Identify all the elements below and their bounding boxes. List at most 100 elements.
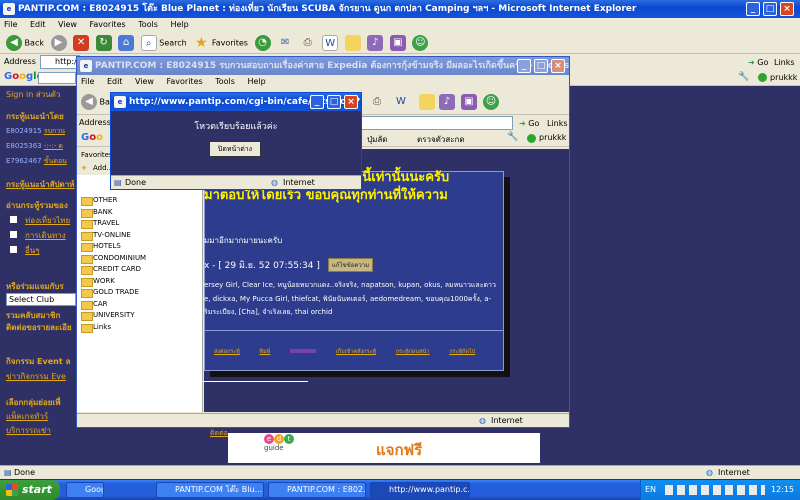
- back-button[interactable]: ◀ Back: [6, 35, 44, 51]
- mail-button[interactable]: ✉: [277, 35, 294, 51]
- fav-folder-condominium[interactable]: CONDOMINIUM: [77, 253, 202, 265]
- check-item-2[interactable]: การเดินทาง: [10, 229, 66, 242]
- check-item-1[interactable]: ท่องเที่ยวไทย: [10, 214, 70, 227]
- user-name[interactable]: prukkk: [770, 71, 797, 85]
- menu-favorites[interactable]: Favorites: [90, 20, 126, 29]
- second-window-titlebar[interactable]: e PANTIP.COM : E8024915 รบกวนสอบถามเรื่อ…: [77, 57, 569, 75]
- close-button[interactable]: ×: [551, 59, 565, 73]
- fav-folder-university[interactable]: UNIVERSITY: [77, 310, 202, 322]
- refresh-button[interactable]: ↻: [95, 35, 112, 51]
- messenger-button[interactable]: ♪: [367, 35, 384, 51]
- advert-banner[interactable]: edt guide แจกฟรี: [228, 433, 540, 463]
- previous-post-link[interactable]: กระทู้ก่อนหน้า: [396, 349, 430, 355]
- checkbox[interactable]: [10, 231, 17, 238]
- recommend-item-1[interactable]: E8024915 รบกวน: [6, 126, 65, 137]
- weekly-recommend-link[interactable]: กระทู้แนะนำสัปดาห์: [6, 178, 75, 191]
- close-button[interactable]: ×: [344, 95, 358, 109]
- settings-wrench-icon[interactable]: 🔧: [738, 72, 749, 82]
- maximize-button[interactable]: □: [327, 95, 341, 109]
- minimize-button[interactable]: _: [310, 95, 324, 109]
- menu-file[interactable]: File: [4, 20, 17, 29]
- task-google[interactable]: Google: [66, 482, 104, 498]
- menu-tools[interactable]: Tools: [215, 77, 235, 86]
- search-button[interactable]: ⌕ Search: [140, 35, 187, 51]
- msn-icon[interactable]: ☺: [483, 94, 499, 110]
- discuss-button[interactable]: [344, 35, 361, 51]
- forward-post-link[interactable]: ส่งต่อกระทู้: [214, 349, 240, 355]
- task-pantip-1[interactable]: PANTIP.COM โต๊ะ Blu...: [156, 482, 264, 498]
- fav-folder-gold-trade[interactable]: GOLD TRADE: [77, 287, 202, 299]
- go-button[interactable]: ➜ Go: [748, 55, 768, 71]
- maximize-button[interactable]: □: [534, 59, 548, 73]
- start-button[interactable]: start: [0, 480, 60, 500]
- favorites-button[interactable]: ★ Favorites: [193, 35, 248, 51]
- forward-button[interactable]: ▶: [50, 35, 67, 51]
- package-link[interactable]: แพ็คเกจทัวร์: [6, 410, 48, 423]
- shortcut-button[interactable]: ปุ่มลัด: [367, 133, 387, 146]
- msn-button[interactable]: ☺: [412, 35, 429, 51]
- fav-folder-credit-card[interactable]: CREDIT CARD: [77, 264, 202, 276]
- recommend-item-3[interactable]: E7962467 ขั้นตอน: [6, 156, 67, 167]
- signin-link[interactable]: Sign in ส่วนตัว: [6, 88, 60, 101]
- menu-edit[interactable]: Edit: [30, 20, 46, 29]
- print-button[interactable]: ⎙: [299, 35, 316, 51]
- fav-folder-other[interactable]: OTHER: [77, 195, 202, 207]
- spellcheck-button[interactable]: ตรวจตัวสะกด: [417, 133, 465, 146]
- word-icon[interactable]: W: [393, 94, 409, 110]
- language-indicator[interactable]: EN: [645, 480, 656, 500]
- fav-folder-bank[interactable]: BANK: [77, 207, 202, 219]
- tray-icons[interactable]: [665, 485, 765, 495]
- menu-view[interactable]: View: [58, 20, 77, 29]
- edit-button[interactable]: W: [322, 35, 339, 51]
- task-popup[interactable]: http://www.pantip.c...: [370, 482, 470, 498]
- settings-wrench-icon[interactable]: 🔧: [507, 132, 518, 142]
- history-button[interactable]: ◔: [254, 35, 271, 51]
- task-pantip-2[interactable]: PANTIP.COM : E802...: [268, 482, 366, 498]
- menu-help[interactable]: Help: [170, 20, 188, 29]
- stop-button[interactable]: ✕: [73, 35, 90, 51]
- folder-icon[interactable]: [419, 94, 435, 110]
- menu-view[interactable]: View: [135, 77, 154, 86]
- address-input[interactable]: http://www: [40, 55, 80, 69]
- fav-folder-links[interactable]: Links: [77, 322, 202, 334]
- check-item-3[interactable]: อื่นๆ: [10, 244, 40, 257]
- fav-folder-hotels[interactable]: HOTELS: [77, 241, 202, 253]
- print-post-link[interactable]: พิมพ์: [260, 349, 271, 355]
- minimize-button[interactable]: _: [746, 2, 760, 16]
- home-button[interactable]: ⌂: [118, 35, 135, 51]
- edit-post-button[interactable]: แก้ไขข้อความ: [328, 258, 374, 272]
- archive-post-link[interactable]: เก็บเข้าคลังกระทู้: [336, 349, 376, 355]
- next-post-link[interactable]: กระทู้ถัดไป: [449, 349, 475, 355]
- go-button[interactable]: ➜ Go: [519, 116, 539, 132]
- close-button[interactable]: ×: [780, 2, 794, 16]
- main-window-titlebar[interactable]: e PANTIP.COM : E8024915 โต๊ะ Blue Planet…: [0, 0, 800, 18]
- activity-news-link[interactable]: ข่าวกิจกรรม Eve: [6, 370, 66, 383]
- research-icon[interactable]: ▣: [461, 94, 477, 110]
- menu-help[interactable]: Help: [247, 77, 265, 86]
- print-icon[interactable]: ⎙: [369, 94, 385, 110]
- car-rental-link[interactable]: บริการรถเช่า: [6, 424, 51, 437]
- select-club-dropdown[interactable]: Select Club: [6, 293, 76, 306]
- media-icon[interactable]: ♪: [439, 94, 455, 110]
- links-button[interactable]: Links: [547, 116, 568, 132]
- maximize-button[interactable]: □: [763, 2, 777, 16]
- menu-favorites[interactable]: Favorites: [167, 77, 203, 86]
- google-search-input[interactable]: [38, 72, 76, 84]
- menu-file[interactable]: File: [81, 77, 94, 86]
- fav-folder-travel[interactable]: TRAVEL: [77, 218, 202, 230]
- minimize-button[interactable]: _: [517, 59, 531, 73]
- fav-folder-tv-online[interactable]: TV-ONLINE: [77, 230, 202, 242]
- checkbox[interactable]: [10, 246, 17, 253]
- user-name[interactable]: prukkk: [539, 133, 566, 142]
- checkbox[interactable]: [10, 216, 17, 223]
- menu-edit[interactable]: Edit: [107, 77, 123, 86]
- close-window-button[interactable]: ปิดหน้าต่าง: [209, 141, 261, 157]
- contact-link[interactable]: ติดต่อ: [210, 428, 228, 439]
- menu-tools[interactable]: Tools: [138, 20, 158, 29]
- fav-folder-work[interactable]: WORK: [77, 276, 202, 288]
- research-button[interactable]: ▣: [389, 35, 406, 51]
- recommend-item-2[interactable]: E8025363 -:-:- ด: [6, 141, 63, 152]
- popup-titlebar[interactable]: e http://www.pantip.com/cgi-bin/cafe/hit…: [111, 93, 361, 111]
- links-button[interactable]: Links: [774, 55, 795, 71]
- fav-folder-car[interactable]: CAR: [77, 299, 202, 311]
